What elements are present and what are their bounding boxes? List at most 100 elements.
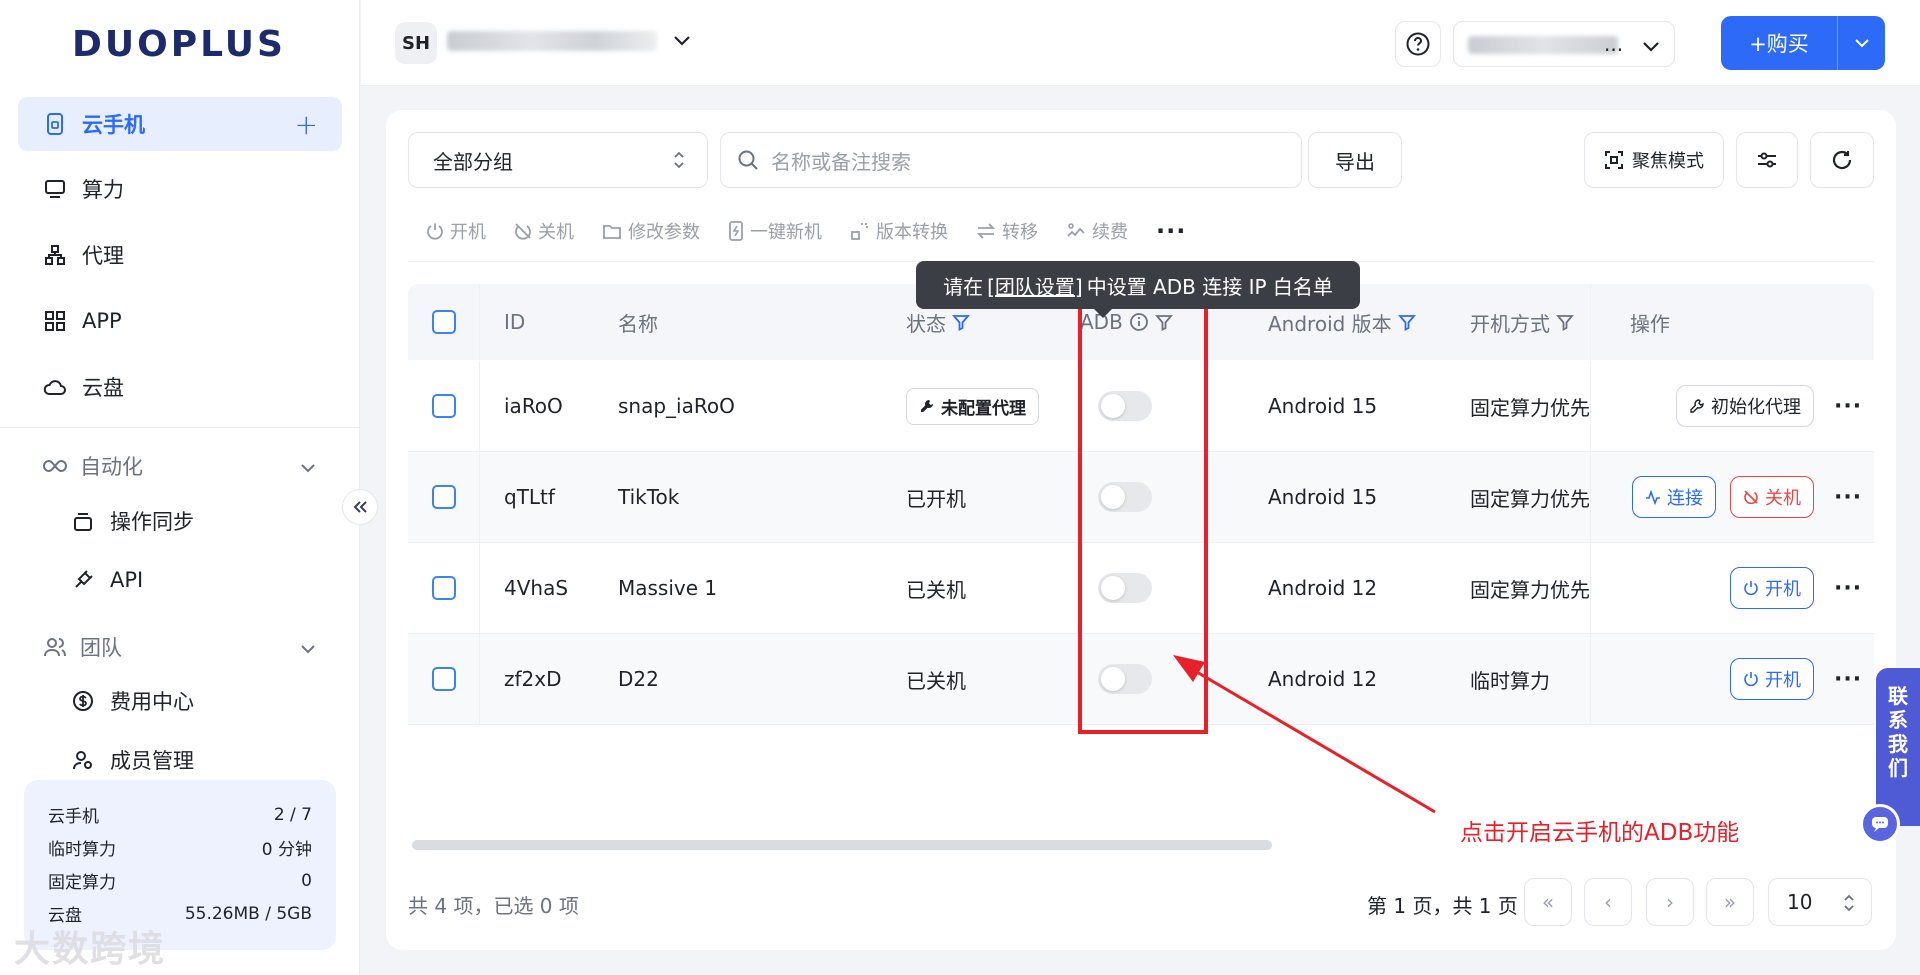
grid-icon [42,308,68,334]
chat-icon[interactable] [1860,804,1900,844]
column-settings-button[interactable] [1736,132,1798,188]
help-button[interactable] [1395,21,1441,67]
power-icon [426,222,444,240]
cell-boot-mode: 固定算力优先 [1470,395,1590,420]
sidebar-item-compute[interactable]: 算力 [18,162,342,216]
focus-icon [1604,150,1624,170]
cell-id: iaRoO [504,394,563,418]
prev-page-button[interactable]: ‹ [1584,878,1632,926]
batch-toolbar: 开机 关机 修改参数 一键新机 版本转换 转移 续费 ··· [408,200,1874,262]
team-name-redacted[interactable] [447,31,657,51]
power-off-action[interactable]: 关机 [514,218,574,244]
row-more-button[interactable]: ··· [1834,667,1862,692]
team-settings-link[interactable]: [团队设置] [987,271,1083,300]
collapse-sidebar-button[interactable] [342,489,378,525]
col-header-id: ID [504,310,526,334]
col-header-actions: 操作 [1630,311,1670,336]
layers-icon [70,508,96,534]
sidebar-item-app[interactable]: APP [18,294,342,348]
power-on-action[interactable]: 开机 [426,218,486,244]
more-actions-button[interactable]: ··· [1156,217,1186,245]
refresh-button[interactable] [1810,132,1874,188]
row-more-button[interactable]: ··· [1834,394,1862,419]
power-on-button[interactable]: 开机 [1730,567,1814,609]
cell-boot-mode: 固定算力优先 [1470,577,1590,602]
sidebar-item-cloud-phone[interactable]: 云手机 + [18,97,342,151]
next-page-button[interactable]: › [1646,878,1694,926]
cell-android-version: Android 15 [1268,394,1378,418]
group-select[interactable]: 全部分组 [408,132,708,188]
quota-row-temp-compute: 临时算力 0 分钟 [48,840,312,860]
sidebar: DUOPLUS 云手机 + 算力 代理 APP 云盘 自动化 操作同步 API … [0,0,360,975]
select-all-checkbox[interactable] [432,310,456,334]
sidebar-group-automation[interactable]: 自动化 [18,441,342,491]
row-more-button[interactable]: ··· [1834,576,1862,601]
account-name-redacted [1468,36,1618,54]
team-avatar[interactable]: SH [395,22,437,64]
add-cloud-phone-button[interactable]: + [295,108,318,141]
cloud-icon [42,374,68,400]
transfer-action[interactable]: 转移 [976,218,1038,244]
sidebar-item-api[interactable]: API [70,555,143,605]
cell-android-version: Android 15 [1268,485,1378,509]
sidebar-group-team[interactable]: 团队 [18,622,342,672]
last-page-button[interactable]: » [1706,878,1754,926]
row-checkbox[interactable] [432,576,456,600]
wrench-icon [1689,398,1705,414]
user-settings-icon [70,747,96,773]
cell-id: zf2xD [504,667,562,691]
row-more-button[interactable]: ··· [1834,485,1862,510]
power-off-icon [514,222,532,240]
filter-icon[interactable] [1397,313,1416,331]
sidebar-divider [0,427,360,428]
account-selector[interactable]: ... [1453,21,1675,67]
phone-icon [42,111,68,137]
row-checkbox[interactable] [432,485,456,509]
users-icon [42,634,68,660]
renew-action[interactable]: 续费 [1066,218,1128,244]
sidebar-item-members[interactable]: 成员管理 [70,735,194,785]
pulse-icon [1645,489,1661,505]
search-icon [737,149,759,171]
buy-button[interactable]: +购买 [1721,16,1885,70]
row-checkbox[interactable] [432,667,456,691]
export-button[interactable]: 导出 [1308,132,1402,188]
search-input[interactable]: 名称或备注搜索 [720,132,1302,188]
horizontal-scrollbar[interactable] [412,840,1272,850]
wrench-icon [919,398,935,414]
cell-status: 已开机 [906,486,966,511]
col-header-boot-mode: 开机方式 [1470,308,1574,337]
focus-mode-button[interactable]: 聚焦模式 [1584,132,1724,188]
power-on-button[interactable]: 开机 [1730,658,1814,700]
new-device-action[interactable]: 一键新机 [728,218,822,244]
cell-android-version: Android 12 [1268,667,1378,691]
convert-icon [850,221,870,241]
status-badge[interactable]: 未配置代理 [906,387,1039,425]
init-proxy-button[interactable]: 初始化代理 [1676,385,1814,427]
col-header-status: 状态 [906,308,970,337]
cell-status: 已关机 [906,668,966,693]
row-checkbox[interactable] [432,394,456,418]
page-size-select[interactable]: 10 [1768,878,1872,926]
first-page-button[interactable]: « [1524,878,1572,926]
chevron-down-icon[interactable] [673,30,691,52]
double-chevron-left-icon [353,501,367,513]
sidebar-item-billing[interactable]: 费用中心 [70,676,194,726]
filter-icon[interactable] [952,313,970,331]
quota-row-fixed-compute: 固定算力 0 [48,870,312,894]
cell-id: 4VhaS [504,576,569,600]
sidebar-item-cloud-disk[interactable]: 云盘 [18,360,342,414]
duoplus-logo[interactable]: DUOPLUS [72,24,286,65]
chevron-down-icon[interactable] [1838,38,1885,48]
filter-icon[interactable] [1556,313,1574,331]
version-convert-action[interactable]: 版本转换 [850,218,948,244]
contact-us-tab[interactable]: 联 系 我 们 [1876,668,1920,826]
sidebar-item-proxy[interactable]: 代理 [18,228,342,282]
page-info: 第 1 页，共 1 页 [1367,894,1518,918]
transfer-icon [976,222,996,240]
power-off-button[interactable]: 关机 [1730,476,1814,518]
renew-icon [1066,222,1086,240]
sidebar-item-sync[interactable]: 操作同步 [70,496,194,546]
edit-params-action[interactable]: 修改参数 [602,218,700,244]
connect-button[interactable]: 连接 [1632,476,1716,518]
